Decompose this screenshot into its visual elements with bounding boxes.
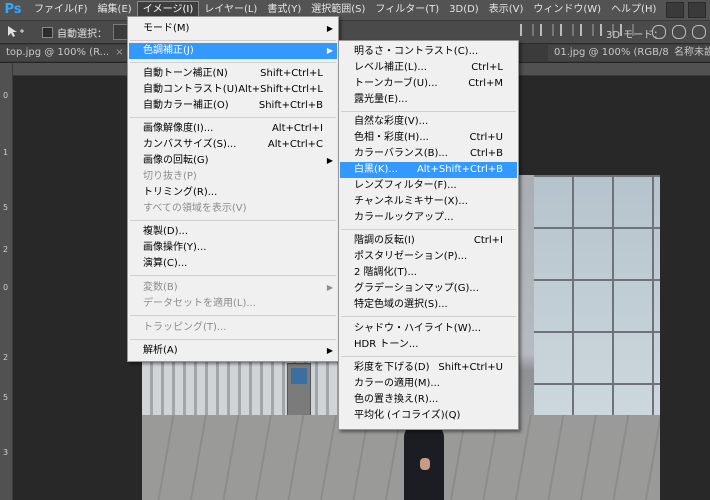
align-left-icon[interactable] bbox=[520, 24, 534, 36]
menu-separator bbox=[341, 111, 516, 112]
ruler-mark: 5 bbox=[3, 203, 9, 212]
menu-item-hue-saturation[interactable]: 色相・彩度(H)... Ctrl+U bbox=[340, 130, 517, 146]
menu-separator bbox=[130, 339, 336, 340]
ruler-mark: 1 bbox=[3, 148, 9, 157]
menu-item-photo-filter[interactable]: レンズフィルター(F)... bbox=[340, 178, 517, 194]
ruler-mark: 0 bbox=[3, 91, 9, 100]
close-icon[interactable]: × bbox=[115, 47, 123, 58]
tab-top-jpg[interactable]: top.jpg @ 100% (R... × bbox=[0, 45, 131, 61]
menu-item-exposure[interactable]: 露光量(E)... bbox=[340, 92, 517, 108]
menu-item-curves[interactable]: トーンカーブ(U)... Ctrl+M bbox=[340, 76, 517, 92]
menu-item-auto-color[interactable]: 自動カラー補正(O) Shift+Ctrl+B bbox=[129, 98, 337, 114]
menu-item-posterize[interactable]: ポスタリゼーション(P)... bbox=[340, 249, 517, 265]
mode-3d-tools bbox=[652, 25, 706, 39]
menu-separator bbox=[130, 117, 336, 118]
menu-item-adjustments[interactable]: 色調補正(J) ▶ bbox=[129, 43, 337, 59]
tab-untitled[interactable]: 名称未設定 bbox=[668, 45, 710, 61]
menu-separator bbox=[130, 275, 336, 276]
menu-item-apply-dataset: データセットを適用(L)... bbox=[143, 298, 256, 309]
ruler-mark: 5 bbox=[3, 393, 9, 402]
menu-separator bbox=[130, 315, 336, 316]
menu-item-crop: 切り抜き(P) bbox=[143, 171, 197, 182]
menu-item-desaturate[interactable]: 彩度を下げる(D) Shift+Ctrl+U bbox=[340, 360, 517, 376]
menu-filter[interactable]: フィルター(T) bbox=[370, 0, 444, 20]
menu-item-mode[interactable]: モード(M) ▶ bbox=[129, 21, 337, 37]
ruler-vertical: 0 1 5 2 0 2 5 3 bbox=[0, 63, 13, 500]
photoshop-logo: Ps bbox=[4, 2, 22, 17]
menu-help[interactable]: ヘルプ(H) bbox=[606, 0, 661, 20]
tab-label: 01.jpg @ 100% (RGB/8) bbox=[554, 47, 673, 58]
auto-select-label: 自動選択： bbox=[57, 28, 107, 40]
menu-file[interactable]: ファイル(F) bbox=[29, 0, 93, 20]
menu-item-reveal-all: すべての領域を表示(V) bbox=[143, 203, 247, 214]
menu-item-canvas-size[interactable]: カンバスサイズ(S)... Alt+Ctrl+C bbox=[129, 137, 337, 153]
menu-item-equalize[interactable]: 平均化 (イコライズ)(Q) bbox=[340, 408, 517, 424]
align-right-icon[interactable] bbox=[560, 24, 574, 36]
menu-item-calculations[interactable]: 演算(C)... bbox=[129, 256, 337, 272]
menu-item-channel-mixer[interactable]: チャンネルミキサー(X)... bbox=[340, 194, 517, 210]
menu-item-selective-color[interactable]: 特定色域の選択(S)... bbox=[340, 297, 517, 313]
menu-item-trap: トラッピング(T)... bbox=[143, 322, 227, 333]
menu-item-auto-contrast[interactable]: 自動コントラスト(U) Alt+Shift+Ctrl+L bbox=[129, 82, 337, 98]
menu-item-image-size[interactable]: 画像解像度(I)... Alt+Ctrl+I bbox=[129, 121, 337, 137]
menu-separator bbox=[130, 220, 336, 221]
tab-label: 名称未設定 bbox=[674, 47, 710, 58]
menu-separator bbox=[341, 229, 516, 230]
ruler-mark: 2 bbox=[3, 353, 9, 362]
submenu-arrow-icon: ▶ bbox=[326, 24, 333, 33]
rotate-3d-icon[interactable] bbox=[652, 25, 666, 39]
menu-item-brightness-contrast[interactable]: 明るさ・コントラスト(C)... bbox=[340, 44, 517, 60]
tab-label: top.jpg @ 100% (R... bbox=[6, 47, 110, 58]
photo-sign-face bbox=[291, 368, 307, 384]
menu-item-duplicate[interactable]: 複製(D)... bbox=[129, 224, 337, 240]
menu-separator bbox=[130, 40, 336, 41]
menu-item-color-balance[interactable]: カラーバランス(B)... Ctrl+B bbox=[340, 146, 517, 162]
menu-item-black-white[interactable]: 白黒(K)... Alt+Shift+Ctrl+B bbox=[340, 162, 517, 178]
ruler-mark: 2 bbox=[3, 245, 9, 254]
menu-item-match-color[interactable]: カラーの適用(M)... bbox=[340, 376, 517, 392]
roll-3d-icon[interactable] bbox=[672, 25, 686, 39]
menu-item-variables: 変数(B) ▶ bbox=[129, 280, 337, 296]
menu-item-threshold[interactable]: 2 階調化(T)... bbox=[340, 265, 517, 281]
minimize-button[interactable] bbox=[666, 2, 684, 18]
menu-item-analysis[interactable]: 解析(A) ▶ bbox=[129, 343, 337, 359]
menu-item-shadows-highlights[interactable]: シャドウ・ハイライト(W)... bbox=[340, 321, 517, 337]
adjustments-submenu: 明るさ・コントラスト(C)... レベル補正(L)... Ctrl+L トーンカ… bbox=[338, 40, 519, 430]
menu-item-trim[interactable]: トリミング(R)... bbox=[129, 185, 337, 201]
image-menu-dropdown: モード(M) ▶ 色調補正(J) ▶ 自動トーン補正(N) Shift+Ctrl… bbox=[127, 16, 339, 362]
maximize-button[interactable] bbox=[688, 2, 706, 18]
menu-item-vibrance[interactable]: 自然な彩度(V)... bbox=[340, 114, 517, 130]
align-center-icon[interactable] bbox=[540, 24, 554, 36]
ruler-mark: 0 bbox=[3, 283, 9, 292]
photo-glass-wall bbox=[534, 175, 660, 435]
menu-item-levels[interactable]: レベル補正(L)... Ctrl+L bbox=[340, 60, 517, 76]
menu-window[interactable]: ウィンドウ(W) bbox=[528, 0, 606, 20]
menu-item-auto-tone[interactable]: 自動トーン補正(N) Shift+Ctrl+L bbox=[129, 66, 337, 82]
move-tool-icon[interactable] bbox=[6, 24, 28, 40]
menu-item-invert[interactable]: 階調の反転(I) Ctrl+I bbox=[340, 233, 517, 249]
auto-select-checkbox[interactable] bbox=[42, 26, 53, 38]
menu-item-hdr-toning[interactable]: HDR トーン... bbox=[340, 337, 517, 353]
menu-separator bbox=[341, 316, 516, 317]
pan-3d-icon[interactable] bbox=[692, 25, 706, 39]
submenu-arrow-icon: ▶ bbox=[326, 346, 333, 355]
menu-item-color-lookup[interactable]: カラールックアップ... bbox=[340, 210, 517, 226]
menubar: Ps ファイル(F) 編集(E) イメージ(I) レイヤー(L) 書式(Y) 選… bbox=[0, 0, 710, 21]
menu-item-image-rotation[interactable]: 画像の回転(G) ▶ bbox=[129, 153, 337, 169]
menu-3d[interactable]: 3D(D) bbox=[444, 0, 484, 20]
menu-separator bbox=[130, 62, 336, 63]
submenu-arrow-icon: ▶ bbox=[326, 46, 333, 55]
ruler-mark: 3 bbox=[3, 448, 9, 457]
submenu-arrow-icon: ▶ bbox=[326, 283, 333, 292]
photo-person-hand bbox=[420, 458, 430, 470]
window-controls bbox=[666, 2, 706, 18]
menu-item-apply-image[interactable]: 画像操作(Y)... bbox=[129, 240, 337, 256]
submenu-arrow-icon: ▶ bbox=[326, 156, 333, 165]
menu-item-replace-color[interactable]: 色の置き換え(R)... bbox=[340, 392, 517, 408]
menu-item-gradient-map[interactable]: グラデーションマップ(G)... bbox=[340, 281, 517, 297]
distribute-icon[interactable] bbox=[580, 24, 594, 36]
menu-view[interactable]: 表示(V) bbox=[484, 0, 529, 20]
menu-separator bbox=[341, 356, 516, 357]
